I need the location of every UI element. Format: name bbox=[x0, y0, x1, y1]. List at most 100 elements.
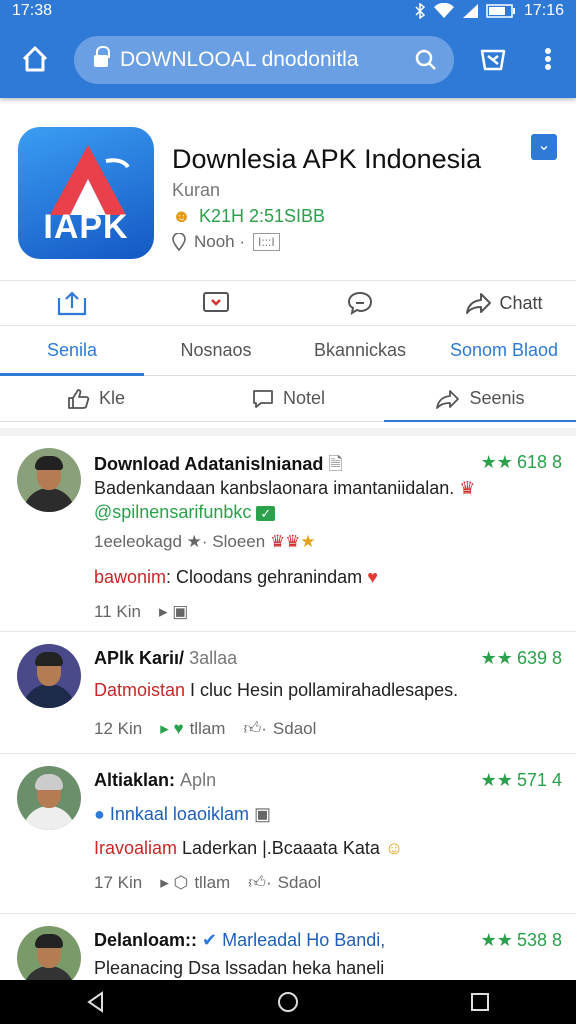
star-icon: ★★ bbox=[480, 770, 513, 790]
action-chat[interactable] bbox=[288, 281, 432, 325]
share-label: Seenis bbox=[469, 388, 525, 408]
app-size: ☻ K21H 2:51SIBB bbox=[172, 206, 325, 227]
tab-sonom-blaod[interactable]: Sonom Blaod bbox=[432, 326, 576, 375]
app-header: IAPK Downlesia APK Indonesia Kuran ☻ K21… bbox=[0, 100, 576, 280]
thumb-up-icon: 👍︎· bbox=[243, 719, 267, 738]
home-circle-icon[interactable] bbox=[276, 990, 300, 1014]
action-row: Chatt bbox=[0, 280, 576, 326]
action-chatt-label: Chatt bbox=[499, 292, 543, 313]
chat-icon bbox=[347, 291, 373, 316]
post-author[interactable]: APlk Kariı/ 3allaa bbox=[94, 648, 237, 669]
app-meta-text: Nooh · bbox=[194, 232, 246, 251]
list-item[interactable]: Altiaklan: Apln ★★ 571 4 ● Innkaal loaoik… bbox=[0, 754, 576, 914]
post-sub[interactable]: ● Innkaal loaoiklam ▣ bbox=[94, 804, 271, 825]
reply-action[interactable]: 👍︎· Sdaol bbox=[243, 718, 316, 739]
verified-icon: ✔ bbox=[202, 930, 218, 950]
address-bar[interactable]: DOWNLOOAL dnodonitla bbox=[74, 36, 454, 84]
reaction-bar: Kle Notel Seenis bbox=[0, 376, 576, 422]
post-text: Iravoaliam Laderkan |.Bcaaata Kata ☺ bbox=[94, 838, 404, 858]
browser-toolbar: DOWNLOOAL dnodonitla bbox=[0, 22, 576, 98]
search-icon[interactable] bbox=[414, 48, 438, 72]
forward-icon bbox=[466, 293, 492, 314]
doc-icon: ▣ bbox=[253, 804, 271, 824]
more-icon[interactable] bbox=[534, 44, 562, 74]
logo-text: IAPK bbox=[43, 208, 129, 246]
share-icon bbox=[436, 389, 460, 409]
action-share-box[interactable] bbox=[0, 281, 144, 325]
heart-check-icon: ▸ ♥ bbox=[160, 718, 184, 738]
like-button[interactable]: Kle bbox=[0, 376, 192, 421]
app-title: Downlesia APK Indonesia bbox=[172, 144, 482, 174]
tab-bar: Senila Nosnaos Bkannickas Sonom Blaod bbox=[0, 326, 576, 376]
post-sub[interactable]: @spilnensarifunbkc ✓ bbox=[94, 502, 276, 523]
post-author[interactable]: Altiaklan: Apln bbox=[94, 770, 216, 791]
check-icon: ✓ bbox=[256, 506, 276, 521]
reply-action[interactable]: 👍︎· Sdaol bbox=[248, 872, 321, 893]
post-meta: 1eeleokagd ★· Sloeen ♛♛★ bbox=[94, 532, 316, 551]
star-icon: ★★ bbox=[480, 452, 513, 472]
star-emoji-icon: ★ bbox=[300, 532, 316, 551]
gift-icon: ▸ ⬡ bbox=[160, 872, 189, 892]
tab-bkannickas[interactable]: Bkannickas bbox=[288, 326, 432, 375]
share-button[interactable]: Seenis bbox=[384, 376, 576, 422]
star-icon: ★★ bbox=[480, 930, 513, 950]
like-action[interactable]: ▸ ⬡ tllam bbox=[160, 873, 230, 893]
bluetooth-icon bbox=[415, 3, 426, 19]
tab-nosnaos[interactable]: Nosnaos bbox=[144, 326, 288, 375]
system-nav-bar bbox=[0, 980, 576, 1024]
comment-button[interactable]: Notel bbox=[192, 376, 384, 421]
comment-feed: Download Adatanislnianad 🗎 ★★ 618 8 Baden… bbox=[0, 428, 576, 980]
status-time: 17:38 bbox=[12, 2, 53, 19]
post-text: Pleanacing Dsa lssadan heka haneli bbox=[94, 958, 385, 978]
signal-icon bbox=[462, 4, 478, 18]
post-time: 12 Kin bbox=[94, 718, 143, 738]
avatar[interactable] bbox=[17, 926, 81, 980]
list-item[interactable]: Download Adatanislnianad 🗎 ★★ 618 8 Baden… bbox=[0, 436, 576, 632]
doc-icon: 🗎 bbox=[328, 454, 343, 474]
like-action[interactable]: ▸ ♥ tllam bbox=[160, 719, 225, 739]
post-rating: ★★ 571 4 bbox=[480, 770, 562, 790]
list-item[interactable]: Delanloam:: ✔ Marleadal Ho Bandi, ★★ 538 … bbox=[0, 914, 576, 980]
download-button[interactable]: ⌄ bbox=[531, 134, 557, 160]
avatar[interactable] bbox=[17, 448, 81, 512]
post-text: Datmoistan I cluc Hesin pollamirahadlesa… bbox=[94, 680, 459, 700]
emoji-icon: ☻ bbox=[172, 206, 191, 226]
thumb-up-icon: 👍︎· bbox=[248, 873, 272, 892]
avatar[interactable] bbox=[17, 644, 81, 708]
smile-emoji-icon: ☺ bbox=[384, 838, 404, 858]
action-save[interactable] bbox=[144, 281, 288, 325]
wifi-icon bbox=[433, 3, 454, 18]
avatar[interactable] bbox=[17, 766, 81, 830]
post-footer: 11 Kin ▸ ▣ bbox=[94, 602, 188, 622]
tab-senila[interactable]: Senila bbox=[0, 326, 144, 376]
app-meta-tag: I:::I bbox=[253, 233, 280, 251]
app-subtitle: Kuran bbox=[172, 180, 221, 200]
url-text: DOWNLOOAL dnodonitla bbox=[120, 48, 359, 71]
post-time: 11 Kin bbox=[94, 602, 141, 621]
app-meta: Nooh · I:::I bbox=[172, 232, 280, 252]
thumb-up-icon bbox=[68, 388, 90, 409]
back-icon[interactable] bbox=[84, 990, 108, 1014]
browser-app-bar: 17:38 17:16 DOWNLOOAL dnodonitla bbox=[0, 0, 576, 98]
star-icon: ★★ bbox=[480, 648, 513, 668]
bookmark-icon[interactable]: ▸ ▣ bbox=[159, 602, 188, 622]
post-rating: ★★ 538 8 bbox=[480, 930, 562, 950]
list-item[interactable]: APlk Kariı/ 3allaa ★★ 639 8 Datmoistan I … bbox=[0, 632, 576, 754]
like-label: Kle bbox=[98, 388, 125, 408]
post-alert: bawonim: Cloodans gehranindam ♥ bbox=[94, 567, 378, 587]
action-chatt[interactable]: Chatt bbox=[432, 281, 576, 325]
tabs-icon[interactable] bbox=[478, 44, 508, 74]
home-icon[interactable] bbox=[20, 44, 50, 74]
app-logo[interactable]: IAPK bbox=[18, 127, 154, 259]
post-rating: ★★ 639 8 bbox=[480, 648, 562, 668]
post-text: Badenkandaan kanbslaonara imantaniidalan… bbox=[94, 478, 476, 498]
battery-icon bbox=[486, 4, 515, 18]
post-time: 17 Kin bbox=[94, 872, 143, 892]
recents-icon[interactable] bbox=[468, 990, 492, 1014]
location-icon bbox=[172, 233, 186, 251]
app-size-text: K21H 2:51SIBB bbox=[198, 206, 326, 226]
globe-icon: ● bbox=[94, 804, 105, 824]
post-rating: ★★ 618 8 bbox=[480, 452, 562, 472]
status-time-right: 17:16 bbox=[523, 2, 564, 19]
post-author[interactable]: Delanloam:: ✔ Marleadal Ho Bandi, bbox=[94, 930, 385, 951]
